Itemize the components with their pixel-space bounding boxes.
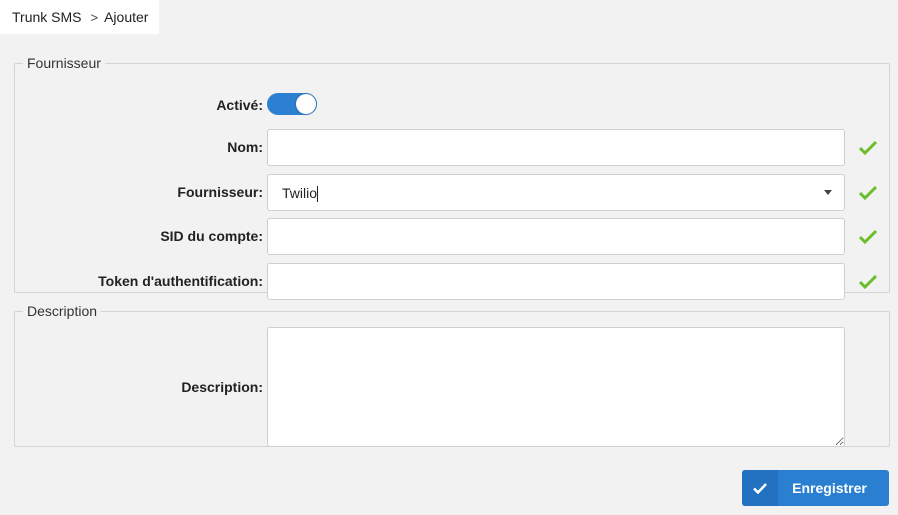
nom-valid-check-icon (859, 141, 877, 155)
token-valid-check-icon (859, 275, 877, 289)
sid-input[interactable] (267, 218, 845, 255)
token-label: Token d'authentification: (98, 273, 263, 289)
toggle-knob (296, 94, 316, 114)
sid-valid-check-icon (859, 230, 877, 244)
fournisseur-select[interactable]: Twilio (267, 174, 845, 211)
fournisseur-valid-check-icon (859, 186, 877, 200)
breadcrumb-root[interactable]: Trunk SMS (12, 9, 82, 25)
active-toggle[interactable] (267, 93, 317, 115)
description-fieldset: Description Description: (14, 303, 890, 447)
nom-label: Nom: (227, 139, 263, 155)
text-caret (317, 186, 318, 202)
description-legend: Description (27, 303, 98, 319)
fournisseur-label: Fournisseur: (177, 184, 263, 200)
save-button-label: Enregistrer (792, 480, 867, 496)
description-textarea[interactable] (267, 327, 845, 447)
save-button[interactable]: Enregistrer (742, 470, 889, 506)
breadcrumb-separator: > (90, 9, 99, 25)
active-label: Activé: (216, 97, 263, 113)
fournisseur-legend: Fournisseur (27, 55, 101, 71)
breadcrumb: Trunk SMS > Ajouter (0, 0, 159, 34)
breadcrumb-current: Ajouter (104, 9, 149, 25)
dropdown-arrow-icon[interactable] (824, 190, 832, 195)
checkmark-icon (742, 470, 778, 506)
sid-label: SID du compte: (160, 228, 263, 244)
description-label: Description: (181, 379, 263, 395)
fournisseur-fieldset: Fournisseur Activé: Nom: Fournisseur: Tw… (14, 55, 890, 300)
token-input[interactable] (267, 263, 845, 300)
nom-input[interactable] (267, 129, 845, 166)
fournisseur-selected-value: Twilio (282, 185, 318, 201)
